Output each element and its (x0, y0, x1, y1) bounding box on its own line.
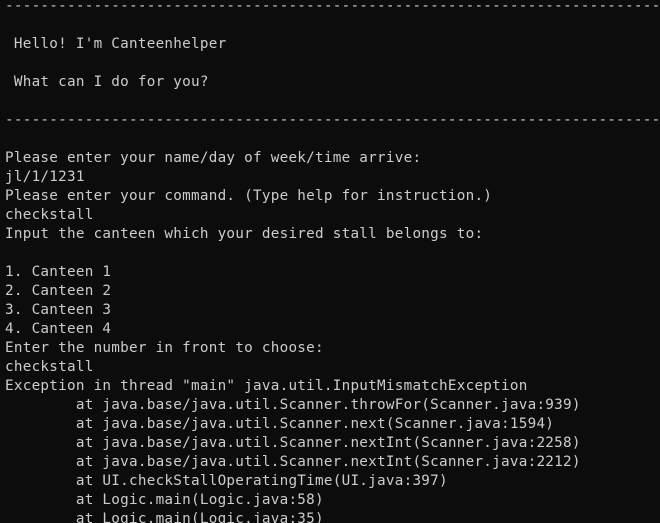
separator-line: ----------------------------------------… (5, 0, 660, 14)
prompt-line: What can I do for you? (5, 74, 209, 90)
canteen-option-line: 4. Canteen 4 (5, 321, 112, 337)
stack-trace-line: at java.base/java.util.Scanner.throwFor(… (5, 397, 581, 413)
user-input-line: checkstall (5, 207, 94, 223)
user-input-line: checkstall (5, 359, 94, 375)
command-prompt-line: Please enter your command. (Type help fo… (5, 188, 493, 204)
canteen-option-line: 3. Canteen 3 (5, 302, 112, 318)
separator-line: ----------------------------------------… (5, 112, 660, 128)
stack-trace-line: at Logic.main(Logic.java:58) (5, 492, 324, 508)
name-prompt-line: Please enter your name/day of week/time … (5, 150, 422, 166)
stack-trace-line: at java.base/java.util.Scanner.nextInt(S… (5, 435, 581, 451)
choose-prompt-line: Enter the number in front to choose: (5, 340, 324, 356)
stack-trace-line: at java.base/java.util.Scanner.next(Scan… (5, 416, 555, 432)
canteen-prompt-line: Input the canteen which your desired sta… (5, 226, 484, 242)
terminal-window[interactable]: ----------------------------------------… (0, 0, 660, 523)
canteen-option-line: 2. Canteen 2 (5, 283, 112, 299)
exception-line: Exception in thread "main" java.util.Inp… (5, 378, 528, 394)
user-input-line: jl/1/1231 (5, 169, 85, 185)
greeting-line: Hello! I'm Canteenhelper (5, 36, 227, 52)
stack-trace-line: at java.base/java.util.Scanner.nextInt(S… (5, 454, 581, 470)
stack-trace-line: at UI.checkStallOperatingTime(UI.java:39… (5, 473, 448, 489)
canteen-option-line: 1. Canteen 1 (5, 264, 112, 280)
stack-trace-line: at Logic.main(Logic.java:35) (5, 511, 324, 523)
